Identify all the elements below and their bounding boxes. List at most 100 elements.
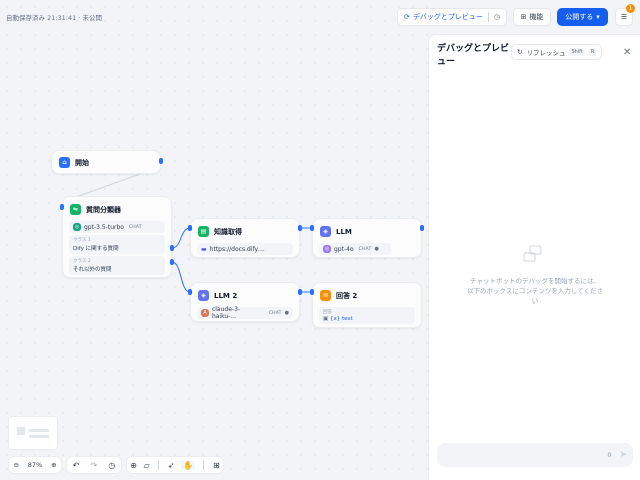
class-value: それ以外の質問 xyxy=(73,267,112,273)
classifier-icon: ⇋ xyxy=(70,204,81,215)
zoom-out-icon[interactable]: ⊖ xyxy=(13,461,18,469)
node-llm2-in-handle[interactable] xyxy=(188,289,192,295)
chevron-down-icon: ▾ xyxy=(596,13,600,21)
refresh-label: リフレッシュ xyxy=(526,49,566,57)
close-icon[interactable]: ✕ xyxy=(623,47,631,58)
add-note-icon[interactable]: ▱ xyxy=(144,461,150,470)
refresh-button[interactable]: ↻ リフレッシュ Shift R xyxy=(511,44,603,60)
openai-icon: ◎ xyxy=(323,245,331,253)
zoom-in-icon[interactable]: ⊕ xyxy=(51,461,56,469)
features-button[interactable]: ⊞ 機能 xyxy=(513,8,551,26)
node-title: 開始 xyxy=(75,158,89,167)
shortcut-key: R xyxy=(588,48,597,56)
node-knowledge-out-handle[interactable] xyxy=(298,225,302,231)
top-bar: 自動保存済み 21:31:41 · 未公開 ⟳ デバッグとプレビュー ◷ ⊞ 機… xyxy=(0,0,640,34)
redo-icon[interactable]: ↷ xyxy=(91,461,98,470)
node-start[interactable]: ⌂ 開始 xyxy=(51,150,161,174)
node-title: 知識取得 xyxy=(214,227,242,236)
hand-icon[interactable]: ✋ xyxy=(180,460,195,470)
empty-state-text: チャットボットのデバッグを開始するには、以下のボックスにコンテンツを入力してくだ… xyxy=(467,277,603,305)
model-name: gpt-3.5-turbo xyxy=(84,223,124,231)
add-node-icon[interactable]: ⊕ xyxy=(130,461,137,470)
chat-bubble-icon xyxy=(523,245,542,262)
model-name: claude-3-haiku-... xyxy=(211,306,241,320)
node-classifier-in-handle[interactable] xyxy=(60,204,64,210)
node-knowledge-retrieval[interactable]: ▤ 知識取得 ▬ https://docs.dify.... xyxy=(190,218,300,258)
model-pill: ◎ gpt-4o CHAT ● xyxy=(319,243,391,255)
anthropic-icon: A xyxy=(201,309,209,317)
history-icon[interactable]: ◷ xyxy=(108,461,115,470)
grid-icon: ⊞ xyxy=(520,13,527,21)
features-label: 機能 xyxy=(529,13,544,21)
node-start-out-handle[interactable] xyxy=(159,158,163,164)
node-knowledge-in-handle[interactable] xyxy=(188,225,192,231)
minimap-node xyxy=(29,435,49,438)
divider xyxy=(158,460,160,470)
eye-icon: ● xyxy=(284,310,289,316)
node-llm-in-handle[interactable] xyxy=(310,225,314,231)
class1-out-handle[interactable] xyxy=(170,245,174,251)
pointer-icon[interactable]: ➶ xyxy=(168,461,175,470)
answer-icon: ✉ xyxy=(320,290,331,301)
node-title: LLM xyxy=(336,227,352,236)
divider xyxy=(203,460,205,470)
class-label: クラス 1 xyxy=(73,238,91,243)
canvas-toolbar: ⊕ ▱ ➶ ✋ ⊞ xyxy=(126,456,224,474)
debug-preview-panel: デバッグとプレビュー ↻ リフレッシュ Shift R ✕ チャットボットのデバ… xyxy=(428,34,640,480)
node-llm-out-handle[interactable] xyxy=(420,225,424,231)
class-value: Dify に関する質問 xyxy=(73,246,119,252)
book-icon: ▤ xyxy=(198,226,209,237)
class-item: クラス 1 Dify に関する質問 xyxy=(69,235,165,254)
checklist-icon: ☰ xyxy=(620,13,628,21)
llm-icon: ◈ xyxy=(320,226,331,237)
llm-icon: ◈ xyxy=(198,290,209,301)
model-pill: A claude-3-haiku-... CHAT ● xyxy=(197,306,293,320)
answer-value: {x} text xyxy=(329,316,353,322)
notification-badge: 1 xyxy=(626,4,635,13)
node-title: 質問分類器 xyxy=(86,205,121,214)
debug-preview-button[interactable]: ⟳ デバッグとプレビュー ◷ xyxy=(397,8,507,26)
workflow-canvas[interactable]: ⌂ 開始 ⇋ 質問分類器 ◎ gpt-3.5-turbo CHAT クラス 1 … xyxy=(0,0,428,480)
send-icon[interactable]: ➤ xyxy=(619,450,627,460)
node-answer-2[interactable]: ✉ 回答 2 回答 ▣ {x} text xyxy=(312,282,422,328)
minimap-node xyxy=(29,429,49,432)
class-label: クラス 2 xyxy=(73,259,91,264)
model-name: gpt-4o xyxy=(334,245,354,253)
node-llm[interactable]: ◈ LLM ◎ gpt-4o CHAT ● xyxy=(312,218,422,258)
openai-icon: ◎ xyxy=(73,223,81,231)
model-pill: ◎ gpt-3.5-turbo CHAT xyxy=(69,221,165,233)
organize-icon[interactable]: ⊞ xyxy=(213,461,220,470)
eye-icon: ● xyxy=(374,246,379,252)
class2-out-handle[interactable] xyxy=(170,259,174,265)
home-icon: ⌂ xyxy=(59,157,70,168)
autosave-status: 自動保存済み 21:31:41 · 未公開 xyxy=(6,14,102,22)
chat-input[interactable]: 0 ➤ xyxy=(437,443,633,467)
panel-title: デバッグとプレビュー xyxy=(437,44,510,67)
node-answer2-in-handle[interactable] xyxy=(310,289,314,295)
char-count: 0 xyxy=(607,451,612,459)
publish-label: 公開する xyxy=(565,13,594,21)
zoom-level[interactable]: 87% xyxy=(28,461,42,469)
play-icon: ⟳ xyxy=(404,13,410,21)
model-tag: CHAT xyxy=(358,246,372,252)
debug-preview-label: デバッグとプレビュー xyxy=(412,13,483,21)
dataset-pill: ▬ https://docs.dify.... xyxy=(197,243,293,255)
answer-var: ▣ {x} text xyxy=(323,316,411,322)
node-title: LLM 2 xyxy=(214,291,238,300)
node-llm-2[interactable]: ◈ LLM 2 A claude-3-haiku-... CHAT ● xyxy=(190,282,300,322)
node-title: 回答 2 xyxy=(336,291,358,300)
node-llm2-out-handle[interactable] xyxy=(298,289,302,295)
node-question-classifier[interactable]: ⇋ 質問分類器 ◎ gpt-3.5-turbo CHAT クラス 1 Dify … xyxy=(62,196,172,278)
model-tag: CHAT xyxy=(268,310,282,316)
history-toolbar: ↶ ↷ ◷ xyxy=(66,456,122,474)
publish-button[interactable]: 公開する ▾ xyxy=(557,8,608,26)
zoom-control: ⊖ 87% ⊕ xyxy=(8,456,62,474)
divider xyxy=(487,12,489,22)
class-item: クラス 2 それ以外の質問 xyxy=(69,256,165,275)
undo-icon[interactable]: ↶ xyxy=(73,461,80,470)
variable-icon: ▣ xyxy=(323,316,330,322)
minimap-node xyxy=(17,427,25,435)
dataset-name: https://docs.dify.... xyxy=(209,245,265,253)
clock-icon[interactable]: ◷ xyxy=(494,13,500,21)
minimap[interactable] xyxy=(8,416,58,450)
